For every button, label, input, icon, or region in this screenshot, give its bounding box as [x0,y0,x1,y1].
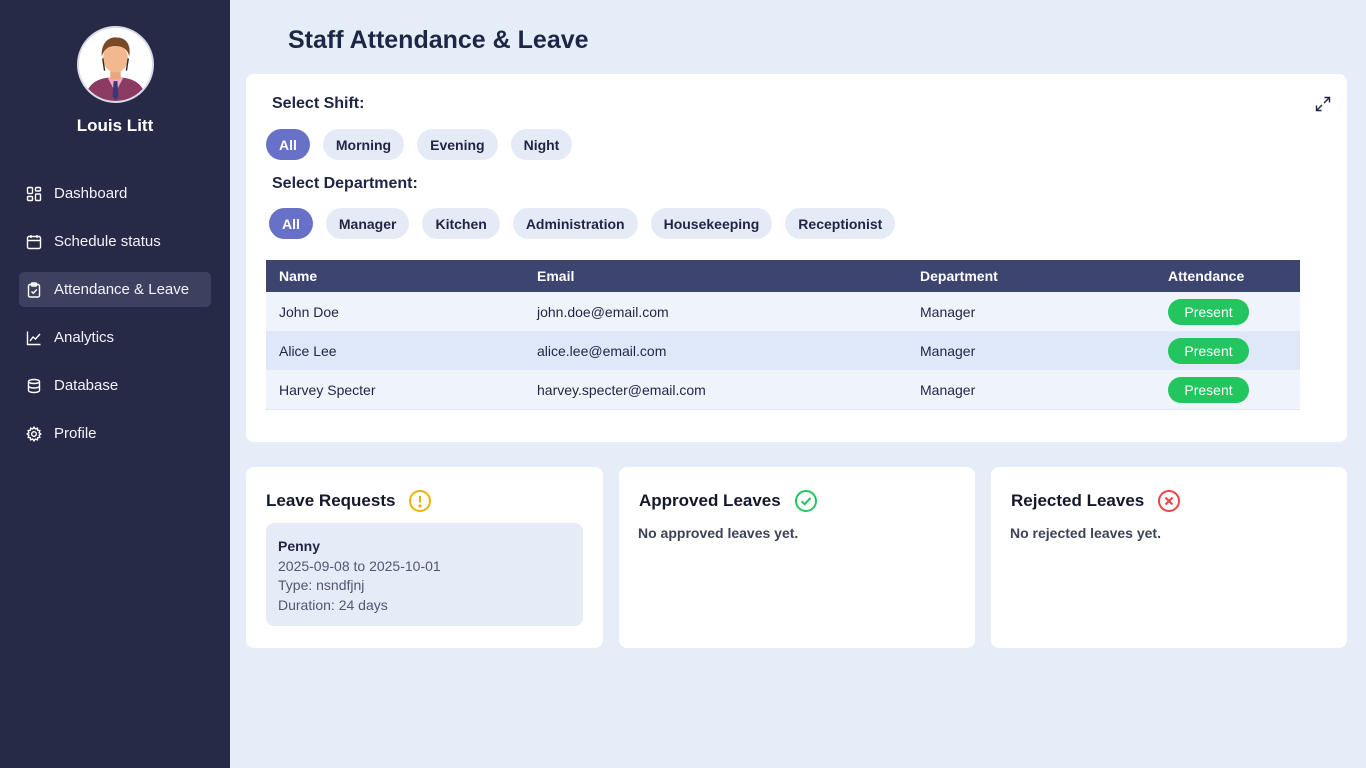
rejected-empty-message: No rejected leaves yet. [1010,525,1161,541]
leave-request-duration: Duration: 24 days [278,596,388,613]
line-chart-icon [26,331,41,345]
cell-email: harvey.specter@email.com [537,381,706,398]
attendance-table-container[interactable]: Name Email Department Attendance John Do… [266,260,1300,410]
table-row: Harvey Specter harvey.specter@email.com … [266,370,1300,409]
shift-label: Select Shift: [272,95,365,112]
approved-leaves-title: Approved Leaves [639,491,781,510]
cell-attendance: Present [1155,331,1300,370]
rejected-leaves-title: Rejected Leaves [1011,491,1145,510]
cell-email: john.doe@email.com [537,303,669,320]
cell-attendance: Present [1155,292,1300,331]
sidebar-item-label: Dashboard [54,185,128,202]
status-badge[interactable]: Present [1168,298,1249,325]
table-row: Alice Lee alice.lee@email.com Manager Pr… [266,331,1300,370]
calendar-icon [26,234,42,249]
user-avatar-icon [79,28,152,101]
sidebar-item-label: Schedule status [54,233,161,250]
attendance-table: Name Email Department Attendance John Do… [266,260,1300,409]
shift-pill-night[interactable]: Night [510,129,573,160]
department-label: Select Department: [272,175,418,192]
sidebar: Louis Litt Dashboard Schedule status Att… [0,0,230,768]
leave-requests-card: Leave Requests Penny 2025-09-08 to 2025-… [246,467,603,648]
leave-requests-heading: Leave Requests [266,489,432,513]
database-icon [27,378,41,393]
leave-requests-title: Leave Requests [266,491,396,510]
cell-name: Alice Lee [279,342,337,359]
page-title: Staff Attendance & Leave [288,26,589,54]
avatar[interactable] [77,26,154,103]
check-circle-icon [794,490,817,512]
department-pill-manager[interactable]: Manager [325,208,410,239]
cell-department: Manager [920,381,976,398]
cell-department: Manager [920,303,976,320]
cell-attendance: Present [1155,370,1300,409]
status-badge[interactable]: Present [1168,376,1249,403]
sidebar-item-profile[interactable]: Profile [19,416,211,451]
rejected-leaves-card: Rejected Leaves No rejected leaves yet. [991,467,1347,648]
warning-icon [409,490,432,512]
sidebar-item-analytics[interactable]: Analytics [19,320,211,355]
status-badge[interactable]: Present [1168,337,1249,364]
department-pill-administration[interactable]: Administration [512,208,638,239]
column-header-department: Department [920,268,998,284]
cell-name: John Doe [279,303,339,320]
attendance-card: Select Shift: All Morning Evening Night … [246,74,1347,442]
approved-empty-message: No approved leaves yet. [638,525,799,541]
x-circle-icon [1158,490,1181,512]
cell-department: Manager [920,342,976,359]
leave-request-item[interactable]: Penny 2025-09-08 to 2025-10-01 Type: nsn… [266,523,583,626]
sidebar-item-schedule-status[interactable]: Schedule status [19,224,211,259]
expand-icon[interactable] [1315,96,1331,112]
cell-name: Harvey Specter [279,381,376,398]
shift-pill-morning[interactable]: Morning [322,129,405,160]
column-header-name: Name [279,268,318,284]
leave-request-type: Type: nsndfjnj [278,577,365,593]
column-header-email: Email [537,268,575,284]
gear-icon [26,425,42,442]
sidebar-nav: Dashboard Schedule status Attendance & L… [19,176,211,464]
rejected-leaves-heading: Rejected Leaves [1011,489,1181,513]
sidebar-item-database[interactable]: Database [19,368,211,403]
sidebar-item-dashboard[interactable]: Dashboard [19,176,211,211]
approved-leaves-card: Approved Leaves No approved leaves yet. [619,467,975,648]
sidebar-item-label: Analytics [54,329,115,346]
department-pill-housekeeping[interactable]: Housekeeping [650,208,773,239]
sidebar-item-label: Database [54,377,119,394]
shift-pill-evening[interactable]: Evening [417,129,498,160]
cell-email: alice.lee@email.com [537,342,667,359]
leave-request-name: Penny [278,538,321,554]
sidebar-item-attendance-leave[interactable]: Attendance & Leave [19,272,211,307]
dashboard-icon [26,186,42,201]
approved-leaves-heading: Approved Leaves [639,489,818,513]
clipboard-check-icon [27,281,41,298]
user-name: Louis Litt [76,116,154,135]
table-header-row: Name Email Department Attendance [266,260,1300,292]
department-pill-all[interactable]: All [269,208,313,239]
shift-pill-all[interactable]: All [266,129,310,160]
column-header-attendance: Attendance [1168,268,1245,284]
department-filter: All Manager Kitchen Administration House… [269,208,896,239]
shift-filter: All Morning Evening Night [266,129,573,160]
department-pill-kitchen[interactable]: Kitchen [422,208,500,239]
department-pill-receptionist[interactable]: Receptionist [785,208,896,239]
table-row: John Doe john.doe@email.com Manager Pres… [266,292,1300,331]
sidebar-item-label: Attendance & Leave [54,281,190,298]
sidebar-item-label: Profile [54,425,97,442]
leave-request-dates: 2025-09-08 to 2025-10-01 [278,557,441,574]
